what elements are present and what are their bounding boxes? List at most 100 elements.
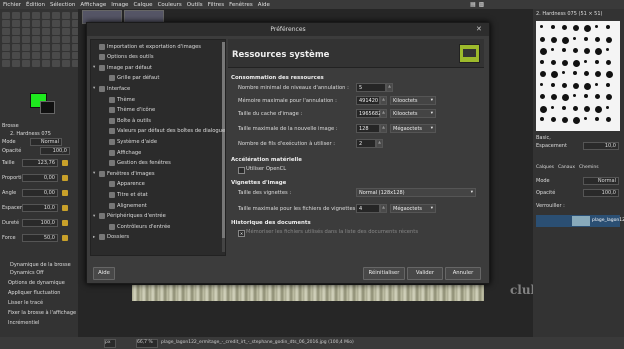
brush-preview[interactable]	[562, 59, 568, 66]
brush-preview[interactable]	[540, 48, 547, 55]
tool-icon[interactable]	[52, 44, 60, 51]
tool-icon[interactable]	[52, 36, 60, 43]
brush-preview[interactable]	[606, 48, 609, 51]
brush-preview[interactable]	[595, 36, 600, 42]
brush-name[interactable]: 2. Hardness 075	[10, 131, 51, 137]
brush-preview[interactable]	[562, 25, 567, 30]
brush-preview[interactable]	[540, 117, 544, 121]
tree-scrollbar-thumb[interactable]	[222, 42, 225, 238]
tree-item[interactable]: Contrôleurs d'entrée	[103, 222, 170, 231]
tree-item[interactable]: ▾ Périphériques d'entrée	[93, 212, 166, 221]
layer-opacity-field[interactable]: 100,0	[583, 189, 619, 197]
brush-preview[interactable]	[595, 82, 598, 86]
tool-icon[interactable]	[12, 12, 20, 19]
menu-item[interactable]: Outils	[187, 2, 203, 8]
grid-icon[interactable]: ▦	[470, 1, 476, 8]
tool-icon[interactable]	[22, 60, 30, 67]
brush-preview[interactable]	[573, 48, 578, 53]
cancel-button[interactable]: Annuler	[445, 267, 481, 280]
tool-option-value[interactable]: 123,76	[22, 159, 58, 167]
close-icon[interactable]: ✕	[476, 25, 482, 33]
background-color-swatch[interactable]	[40, 101, 55, 114]
brush-preview[interactable]	[595, 117, 599, 121]
undo-min-input[interactable]: 5	[356, 83, 386, 92]
brush-preview[interactable]	[606, 105, 609, 109]
tool-option-value[interactable]: 0,00	[22, 174, 58, 182]
dynamics-value[interactable]: Dynamics Off	[10, 270, 44, 276]
brush-preview[interactable]	[573, 117, 580, 124]
brush-preview[interactable]	[573, 82, 579, 89]
tool-icon[interactable]	[62, 52, 70, 59]
brush-preview[interactable]	[540, 105, 547, 113]
layer-mode-select[interactable]: Normal	[583, 177, 619, 185]
menu-item[interactable]: Aide	[258, 2, 270, 8]
tool-icon[interactable]	[22, 44, 30, 51]
brush-preset[interactable]: Basic,	[536, 135, 551, 141]
brush-preview[interactable]	[595, 48, 602, 55]
expander-icon[interactable]: ▾	[93, 214, 97, 219]
tool-icon[interactable]	[42, 60, 50, 67]
opacity-field[interactable]: 100,0	[40, 147, 70, 155]
brush-preview[interactable]	[595, 94, 600, 99]
brush-preview[interactable]	[540, 36, 545, 42]
mode-select[interactable]: Normal	[30, 138, 62, 146]
undo-mem-input[interactable]: 491420	[356, 96, 380, 105]
tree-item[interactable]: Apparence	[103, 180, 145, 189]
brush-preview[interactable]	[573, 59, 580, 67]
tool-icon[interactable]	[52, 20, 60, 27]
spacing-field[interactable]: 10,0	[583, 142, 619, 150]
validate-button[interactable]: Valider	[407, 267, 443, 280]
tree-item[interactable]: Alignement	[103, 201, 147, 210]
brush-preview[interactable]	[595, 59, 599, 64]
tree-item[interactable]: Titre et état	[103, 190, 148, 199]
tool-icon[interactable]	[2, 52, 10, 59]
brush-preview[interactable]	[540, 82, 543, 86]
brush-preview[interactable]	[562, 94, 569, 101]
tab-paths[interactable]: Chemins	[579, 165, 599, 170]
brush-preview[interactable]	[584, 94, 588, 98]
tool-icon[interactable]	[32, 44, 40, 51]
brush-preview[interactable]	[606, 36, 612, 43]
brush-preview[interactable]	[540, 71, 546, 77]
tool-icon[interactable]	[12, 44, 20, 51]
reset-icon[interactable]	[62, 190, 68, 196]
brush-preview[interactable]	[562, 71, 565, 74]
expander-icon[interactable]: ▾	[93, 86, 97, 91]
tool-icon[interactable]	[62, 60, 70, 67]
tool-icon[interactable]	[52, 28, 60, 35]
brush-preview[interactable]	[584, 105, 590, 112]
brush-preview[interactable]	[562, 117, 568, 123]
tool-icon[interactable]	[2, 28, 10, 35]
tree-item[interactable]: Thème	[103, 95, 135, 104]
menu-item[interactable]: Fichier	[3, 2, 21, 8]
reset-icon[interactable]	[62, 160, 68, 166]
undo-mem-spinner[interactable]: ±	[380, 96, 387, 105]
brush-preview[interactable]	[584, 48, 590, 54]
tool-icon[interactable]	[52, 12, 60, 19]
tool-icon[interactable]	[12, 60, 20, 67]
tool-icon[interactable]	[62, 12, 70, 19]
history-checkbox[interactable]: ✕	[238, 230, 245, 237]
undo-min-spinner[interactable]: ±	[386, 83, 393, 92]
tool-icon[interactable]	[12, 28, 20, 35]
dialog-titlebar[interactable]: Préférences ✕	[87, 23, 489, 36]
tool-icon[interactable]	[2, 20, 10, 27]
tool-icon[interactable]	[12, 36, 20, 43]
menu-item[interactable]: Affichage	[80, 2, 106, 8]
brush-preview[interactable]	[562, 82, 567, 88]
tool-icon[interactable]	[2, 12, 10, 19]
tool-option-value[interactable]: 50,0	[22, 234, 58, 242]
brush-preview[interactable]	[584, 82, 591, 90]
tool-icon[interactable]	[2, 36, 10, 43]
reset-button[interactable]: Réinitialiser	[363, 267, 405, 280]
brush-preview[interactable]	[584, 117, 587, 120]
tool-icon[interactable]	[22, 12, 30, 19]
tool-icon[interactable]	[52, 52, 60, 59]
tile-cache-spinner[interactable]: ±	[380, 109, 387, 118]
tool-icon[interactable]	[32, 60, 40, 67]
brush-preview[interactable]	[573, 105, 578, 111]
tool-icon[interactable]	[62, 36, 70, 43]
brush-preview[interactable]	[584, 59, 587, 63]
tool-icon[interactable]	[62, 20, 70, 27]
brush-preview[interactable]	[551, 117, 556, 122]
